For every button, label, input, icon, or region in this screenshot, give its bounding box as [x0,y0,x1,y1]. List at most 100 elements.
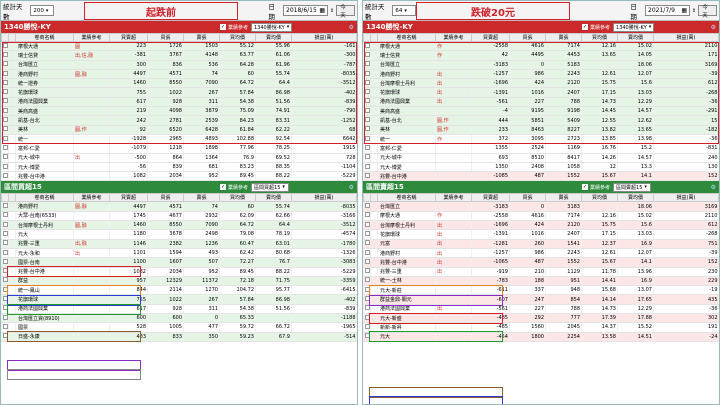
row-checkbox[interactable] [363,313,371,324]
checkbox-icon[interactable] [365,333,370,339]
column-header[interactable]: 賣均價 [255,33,292,42]
mode-select[interactable]: 區間賣超15 ▾ [613,182,652,192]
checkbox-icon[interactable] [3,172,8,178]
row-checkbox[interactable] [1,162,9,173]
table-row[interactable]: 瑞士信貸 出,信,融 -381 3767 4148 63.77 61.06 -300 [1,50,357,61]
row-checkbox[interactable] [363,211,371,222]
column-header[interactable]: 業績參考 [73,33,110,42]
table-row[interactable]: 港商法國興業 617 928 311 54.38 51.56 -839 [1,304,357,315]
table-row[interactable]: 元大-博愛 1350 2408 1058 12 13.3 130 [363,162,719,173]
checkbox-icon[interactable] [365,203,370,209]
checkbox-icon[interactable] [365,154,370,160]
row-checkbox[interactable] [363,294,371,305]
column-header[interactable]: 業績參考 [435,193,472,203]
column-header[interactable]: 業績參考 [435,33,472,42]
row-checkbox[interactable] [363,134,371,145]
checkbox-icon[interactable] [3,230,8,236]
row-checkbox[interactable] [1,115,9,126]
checkbox-icon[interactable] [365,98,370,104]
row-checkbox[interactable] [1,153,9,163]
table-row[interactable]: 美商高盛 219 4098 3879 75.09 74.91 -790 [1,106,357,117]
checkbox-icon[interactable] [365,323,370,329]
table-row[interactable]: 元大-新盛 -485 292 777 17.39 17.88 302 [363,313,719,324]
row-checkbox[interactable] [363,50,371,61]
table-row[interactable]: 摩根大通圓 223 1726 1503 55.12 55.96 -161 [1,41,357,52]
row-checkbox[interactable] [363,87,371,98]
table-row[interactable]: 港商法國興業出 -561 227 788 14.73 12.29 -36 [363,304,719,315]
table-row[interactable]: 元大-永和出 1101 1594 493 62.42 80.68 -1326 [1,248,357,259]
row-checkbox[interactable] [1,285,9,296]
row-checkbox[interactable] [363,332,371,342]
column-header[interactable]: 損益(萬) [653,193,719,203]
table-row[interactable]: 台灣摩根士丹利出 -1696 424 2120 15.75 15.6 612 [363,78,719,89]
table-row[interactable]: 兆豐-台中港 1082 2034 952 89.45 88.22 -5229 [1,171,357,182]
column-header[interactable] [8,193,16,203]
table-row[interactable]: 新新-新昇 -485 1560 2045 14.37 15.52 191 [363,322,719,333]
table-row[interactable]: 台灣摩根士丹利出 -1696 424 2120 15.75 15.6 612 [363,220,719,231]
checkbox-icon[interactable] [3,268,8,274]
table-row[interactable]: 元大-城中出 -500 864 1364 76.9 69.52 728 [1,153,357,163]
column-header[interactable]: 買均價 [581,33,618,42]
row-checkbox[interactable] [363,60,371,70]
row-checkbox[interactable] [1,276,9,287]
today-button[interactable]: 今天 [336,5,355,19]
column-header[interactable]: 賣均價 [255,193,292,203]
table-row[interactable]: 富邦-仁愛 -1079 1218 1898 77.96 78.25 1915 [1,143,357,154]
column-header[interactable]: 買張 [147,193,184,203]
table-row[interactable]: 統一-鳳山 844 2114 1270 104.72 95.77 -6415 [1,285,357,296]
row-checkbox[interactable] [1,220,9,231]
row-checkbox[interactable] [1,304,9,315]
checkbox-icon[interactable] [365,163,370,169]
row-checkbox[interactable] [1,69,9,80]
checkbox-icon[interactable] [3,314,8,320]
row-checkbox[interactable] [363,69,371,80]
spin-icon[interactable]: ⇕ [330,8,334,14]
checkbox-icon[interactable] [365,172,370,178]
row-checkbox[interactable] [1,201,9,212]
column-header[interactable]: 買均價 [219,193,256,203]
row-checkbox[interactable] [1,106,9,117]
row-checkbox[interactable] [363,220,371,231]
checkbox-icon[interactable] [3,249,8,255]
column-header[interactable]: 買張 [509,33,546,42]
row-checkbox[interactable] [363,201,371,212]
row-checkbox[interactable] [363,257,371,268]
date-picker[interactable]: 2021/7/9 ▦ [645,5,691,16]
row-checkbox[interactable] [363,248,371,259]
table-row[interactable]: 國票 528 1005 477 59.72 66.72 -1965 [1,322,357,333]
column-header[interactable]: 損益(萬) [653,33,719,42]
table-row[interactable]: 群益 957 12329 11372 72.18 71.75 -3359 [1,276,357,287]
table-row[interactable]: 統一 -1928 2965 4893 102.88 92.54 6642 [1,134,357,145]
table-row[interactable]: 港商野村出 -1257 986 2243 12.61 12.07 -39 [363,248,719,259]
row-checkbox[interactable] [363,115,371,126]
settings-icon[interactable]: ⚙ [349,24,354,31]
column-header[interactable] [8,33,16,42]
table-row[interactable]: 摩根大通作 -2558 4616 7174 12.16 15.02 2110 [363,41,719,52]
row-checkbox[interactable] [363,304,371,315]
checkbox-icon[interactable] [365,286,370,292]
table-row[interactable]: 港商法國興業 617 928 311 54.38 51.56 -839 [1,97,357,108]
table-row[interactable]: 日盛-永康 483 833 350 59.23 67.9 -514 [1,332,357,342]
checkbox-icon[interactable] [365,305,370,311]
table-row[interactable]: 統一證券 1460 8550 7090 64.72 64.4 -3512 [1,78,357,89]
row-checkbox[interactable] [363,162,371,173]
table-row[interactable]: 港商法國興業出 -561 227 788 14.73 12.29 -36 [363,97,719,108]
column-header[interactable]: 賣均價 [617,33,654,42]
column-header[interactable]: 卷商名稱 [377,33,436,42]
table-row[interactable]: 元大 -454 1800 2254 13.58 14.51 -24 [363,332,719,342]
checkbox-icon[interactable] [3,126,8,132]
checkbox-icon[interactable] [365,240,370,246]
checkbox-icon[interactable] [3,42,8,48]
checkbox-icon[interactable] [3,79,8,85]
table-row[interactable]: 花旗環球出 -1391 1016 2407 17.15 13.03 -268 [363,87,719,98]
checkbox-icon[interactable] [3,117,8,123]
column-header[interactable]: 賣均價 [617,193,654,203]
checkbox-icon[interactable] [365,135,370,141]
checkbox-icon[interactable] [365,70,370,76]
column-header[interactable]: 買張 [509,193,546,203]
table-row[interactable]: 台灣匯立 -3183 0 5183 18.06 3169 [363,60,719,70]
days-select[interactable]: 64 ▾ [392,5,417,16]
row-checkbox[interactable] [363,239,371,249]
checkbox-icon[interactable] [3,286,8,292]
checkbox-icon[interactable] [3,277,8,283]
